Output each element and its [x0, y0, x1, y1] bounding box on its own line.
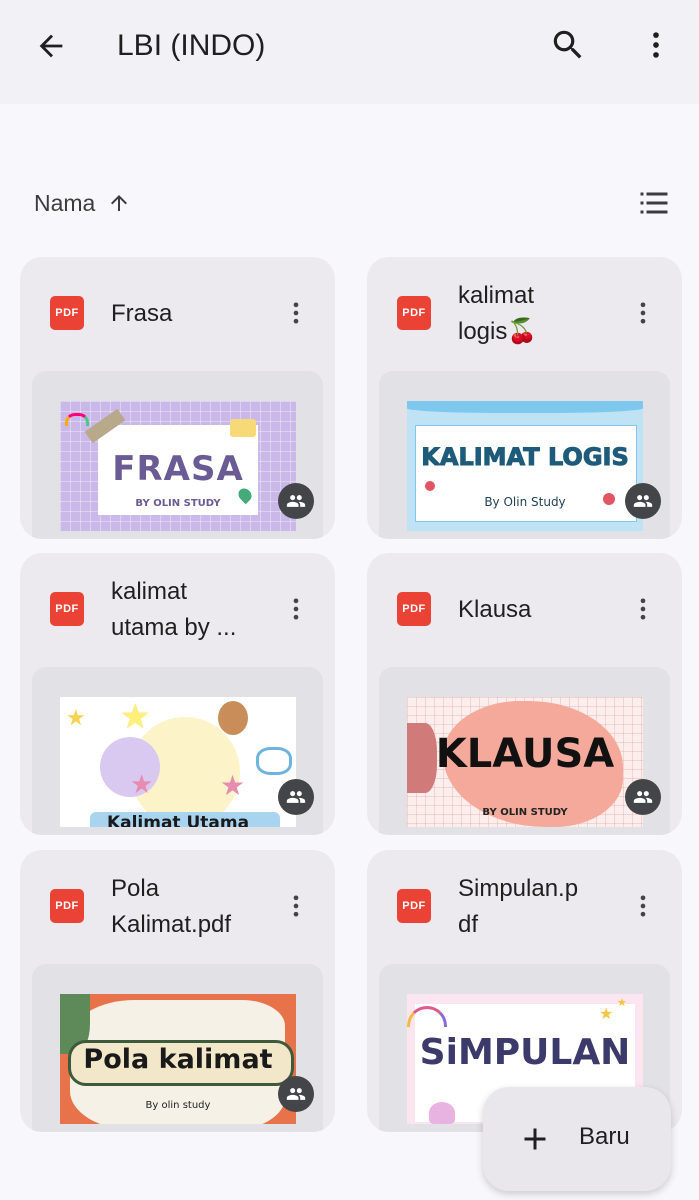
file-more-options-button[interactable]	[272, 285, 320, 341]
sort-by-name-button[interactable]: Nama	[34, 186, 131, 220]
file-thumbnail-area[interactable]: ★ ★ ★ ★ Kalimat Utama	[32, 667, 323, 835]
more-vert-icon	[640, 598, 646, 620]
file-name: Klausa	[458, 596, 532, 623]
thumbnail-subtitle: BY OLIN STUDY	[482, 807, 568, 818]
pdf-file-icon: PDF	[50, 296, 84, 330]
plus-icon	[524, 1128, 546, 1150]
pdf-file-icon: PDF	[397, 592, 431, 626]
shared-badge	[625, 483, 661, 519]
pdf-file-icon: PDF	[50, 592, 84, 626]
more-vert-icon	[293, 895, 299, 917]
shared-people-icon	[286, 1088, 306, 1100]
thumbnail-title: SiMPULAN	[419, 1032, 631, 1073]
shared-badge	[278, 779, 314, 815]
arrow-up-icon	[111, 195, 128, 211]
thumbnail-title: Pola kalimat	[83, 1044, 273, 1075]
folder-title: LBI (INDO)	[117, 29, 266, 62]
file-thumbnail: ★ ★ ★ ★ Kalimat Utama	[60, 697, 296, 827]
search-button[interactable]	[540, 17, 596, 73]
pdf-file-icon: PDF	[50, 889, 84, 923]
shared-people-icon	[633, 791, 653, 803]
file-thumbnail: KLAUSA BY OLIN STUDY	[407, 697, 643, 827]
back-button[interactable]	[23, 18, 79, 74]
shared-people-icon	[633, 495, 653, 507]
more-vert-icon	[293, 598, 299, 620]
file-thumbnail-area[interactable]: KLAUSA BY OLIN STUDY	[379, 667, 670, 835]
file-more-options-button[interactable]	[619, 878, 667, 934]
thumbnail-title: Kalimat Utama	[106, 813, 250, 827]
file-card[interactable]: PDF kalimat utama by ... ★ ★ ★ ★ Kalimat…	[20, 553, 335, 835]
more-vert-icon	[293, 302, 299, 324]
file-more-options-button[interactable]	[619, 285, 667, 341]
file-card[interactable]: PDF kalimat logis🍒 KALIMAT LOGIS By Olin…	[367, 257, 682, 539]
file-more-options-button[interactable]	[272, 878, 320, 934]
new-button[interactable]: Baru	[483, 1087, 671, 1191]
list-view-icon	[640, 192, 668, 214]
file-thumbnail: Pola kalimat By olin study	[60, 994, 296, 1124]
file-thumbnail-area[interactable]: KALIMAT LOGIS By Olin Study	[379, 371, 670, 539]
thumbnail-title: FRASA	[112, 449, 244, 489]
more-vert-icon	[640, 895, 646, 917]
file-name: Simpulan.p df	[458, 875, 579, 938]
pdf-file-icon: PDF	[397, 889, 431, 923]
thumbnail-subtitle: By Olin Study	[484, 495, 566, 509]
file-thumbnail-area[interactable]: FRASA BY OLIN STUDY	[32, 371, 323, 539]
more-options-button[interactable]	[628, 17, 684, 73]
file-name: kalimat utama by ...	[111, 578, 237, 641]
file-name: kalimat logis🍒	[458, 282, 538, 345]
more-vert-icon	[653, 32, 659, 58]
file-card[interactable]: PDF Klausa KLAUSA BY OLIN STUDY	[367, 553, 682, 835]
shared-people-icon	[286, 791, 306, 803]
file-more-options-button[interactable]	[272, 581, 320, 637]
file-thumbnail: FRASA BY OLIN STUDY	[60, 401, 296, 531]
list-view-toggle-button[interactable]	[626, 175, 682, 231]
shared-badge	[625, 779, 661, 815]
thumbnail-subtitle: BY OLIN STUDY	[135, 498, 221, 509]
file-card[interactable]: PDF Frasa FRASA BY OLIN STUDY	[20, 257, 335, 539]
arrow-back-icon	[39, 34, 63, 58]
sort-label: Nama	[34, 189, 96, 216]
file-thumbnail: KALIMAT LOGIS By Olin Study	[407, 401, 643, 531]
file-thumbnail-area[interactable]: Pola kalimat By olin study	[32, 964, 323, 1132]
pdf-file-icon: PDF	[397, 296, 431, 330]
file-card[interactable]: PDF Pola Kalimat.pdf Pola kalimat By oli…	[20, 850, 335, 1132]
thumbnail-title: KALIMAT LOGIS	[421, 443, 629, 472]
top-app-bar: LBI (INDO)	[0, 0, 699, 104]
shared-badge	[278, 1076, 314, 1112]
shared-badge	[278, 483, 314, 519]
new-button-label: Baru	[579, 1123, 630, 1150]
thumbnail-title: KLAUSA	[435, 731, 615, 777]
file-more-options-button[interactable]	[619, 581, 667, 637]
search-icon	[553, 30, 582, 59]
more-vert-icon	[640, 302, 646, 324]
shared-people-icon	[286, 495, 306, 507]
file-name: Pola Kalimat.pdf	[111, 875, 232, 938]
file-name: Frasa	[111, 300, 173, 327]
thumbnail-subtitle: By olin study	[145, 1100, 211, 1111]
